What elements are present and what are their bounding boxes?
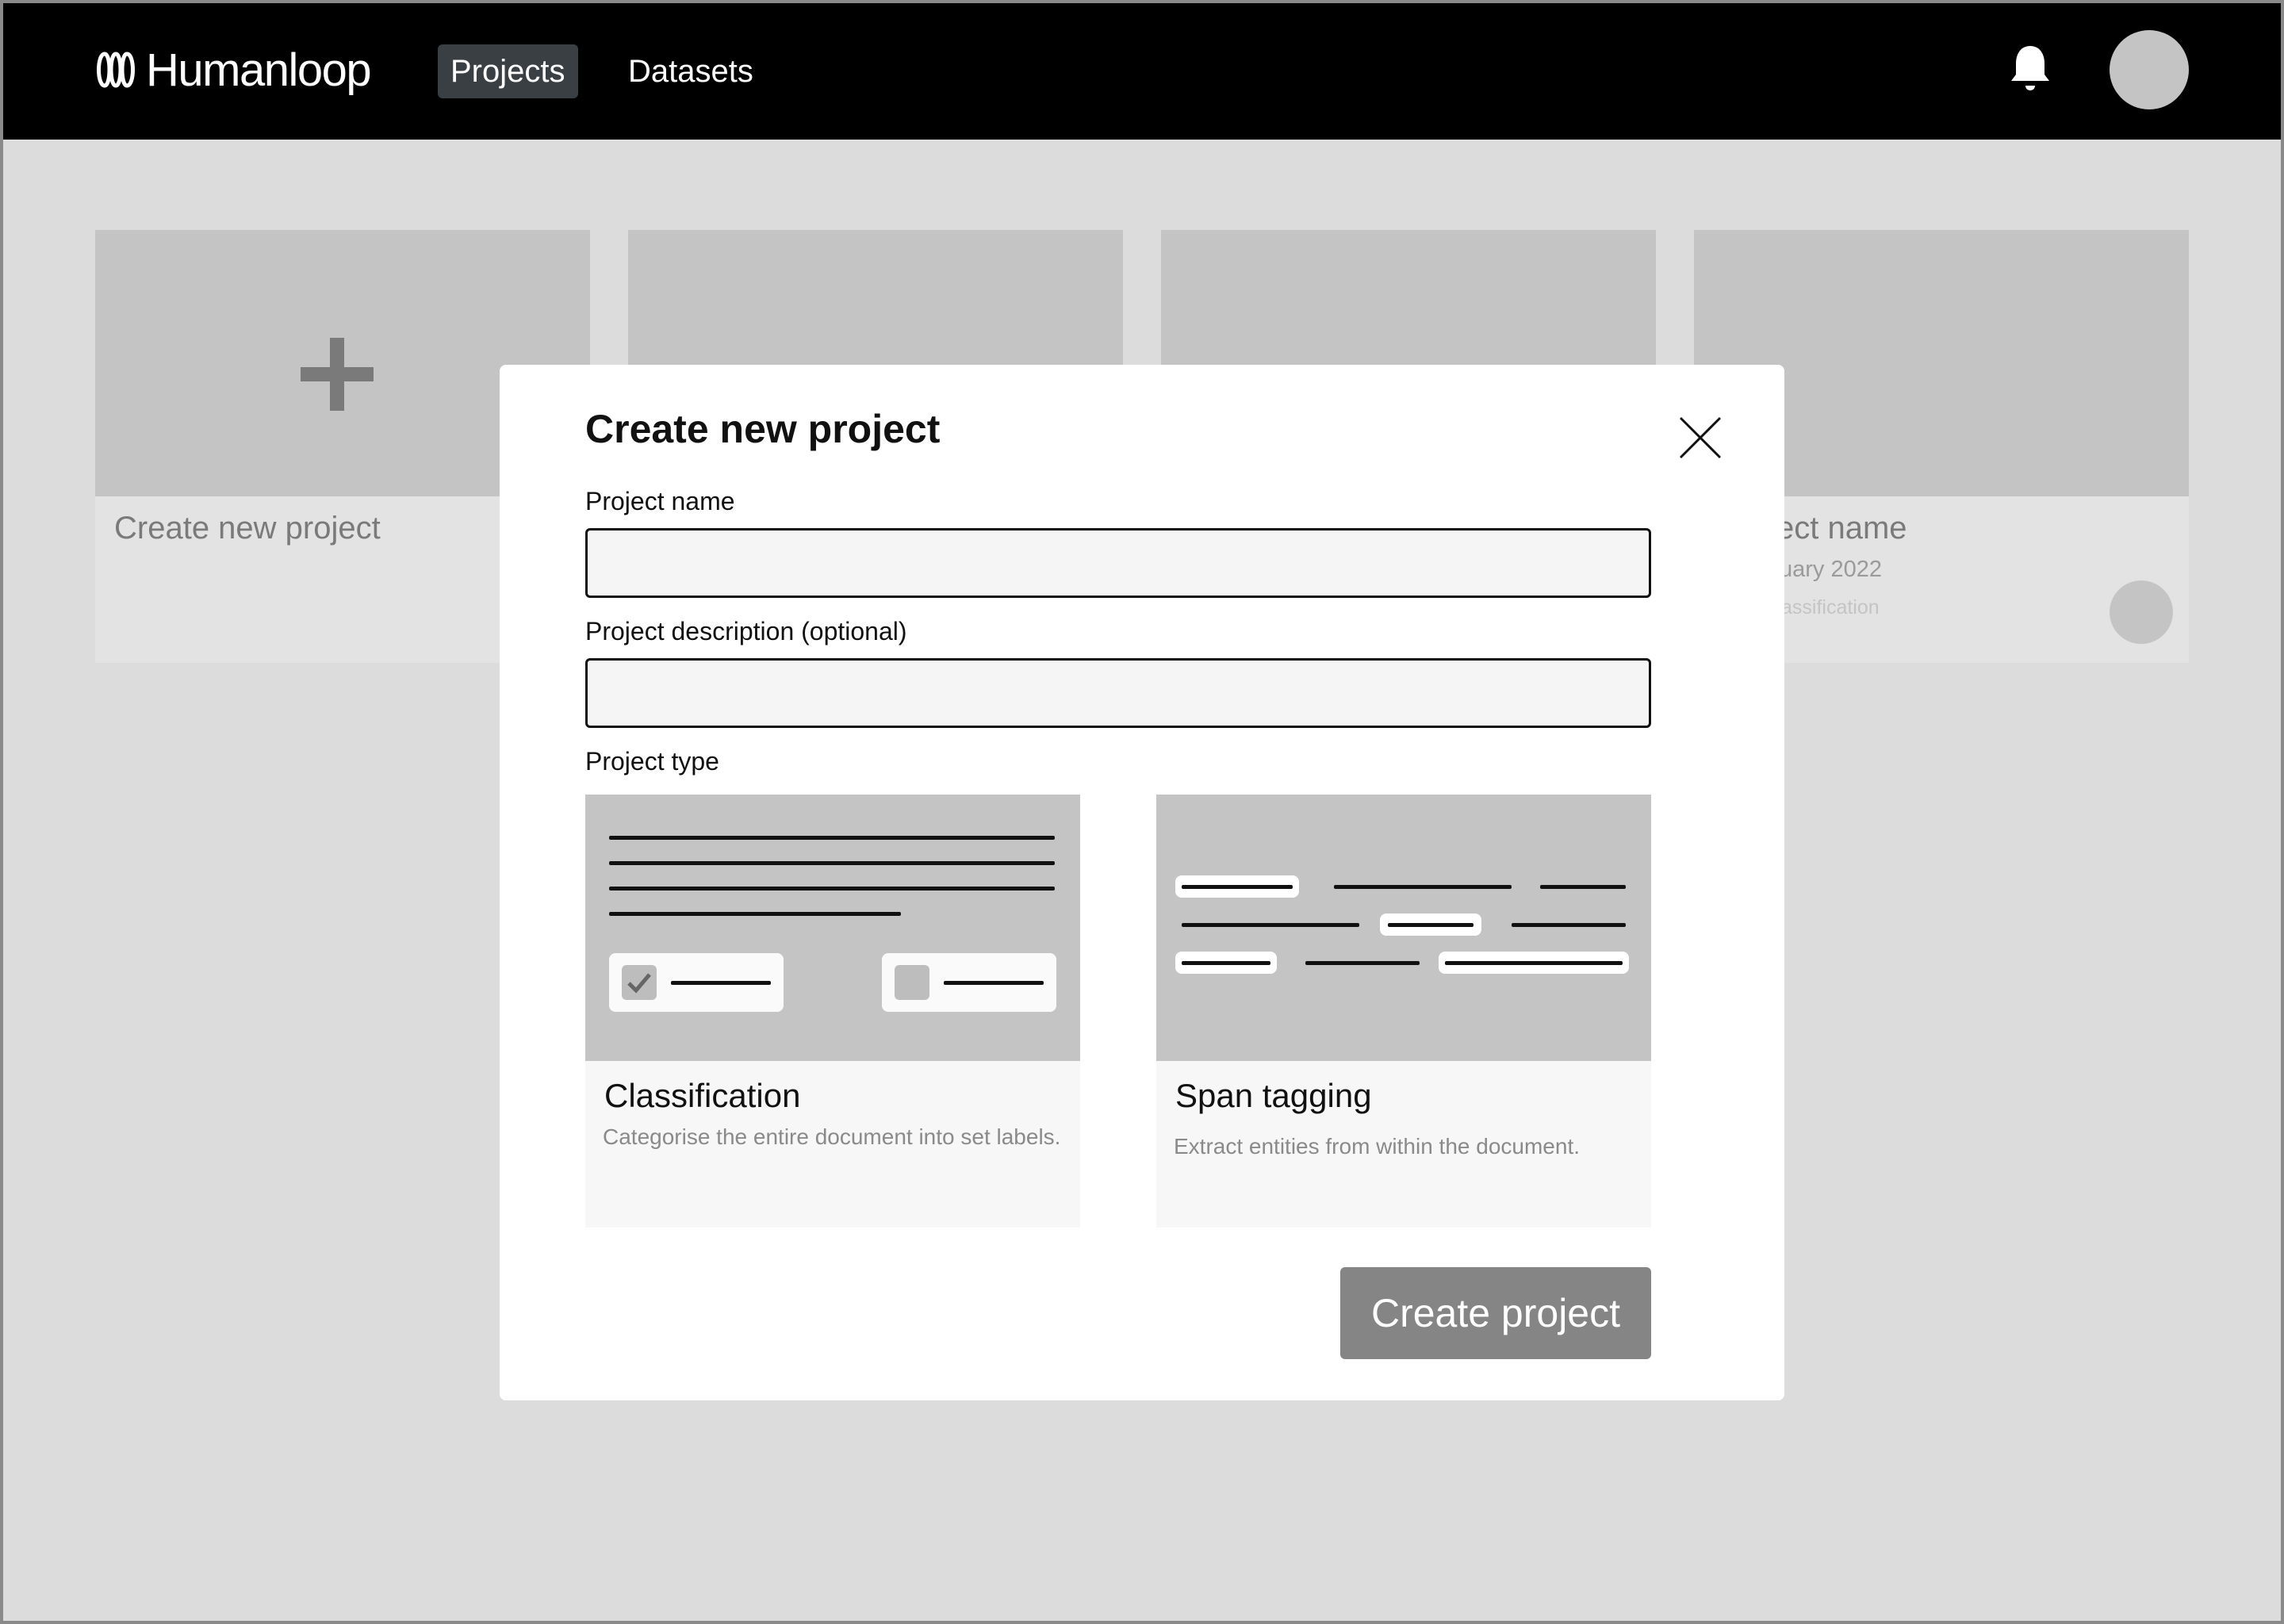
text-line [1388, 923, 1473, 927]
classification-option[interactable]: Classification Categorise the entire doc… [585, 795, 1080, 1228]
label-chip-checked [609, 953, 784, 1012]
classification-title: Classification [604, 1077, 801, 1114]
create-project-button[interactable]: Create project [1340, 1267, 1651, 1359]
label-chip-unchecked [882, 953, 1056, 1012]
text-line [1182, 923, 1359, 927]
nav-projects[interactable]: Projects [438, 44, 578, 98]
card-title: Create new project [114, 511, 381, 546]
text-line [1182, 885, 1293, 889]
chip-line [944, 981, 1044, 985]
text-line [1305, 961, 1420, 965]
text-line [1512, 923, 1626, 927]
project-name-label: Project name [585, 487, 735, 515]
text-line [1540, 885, 1626, 889]
logo-text: Humanloop [146, 44, 372, 96]
project-description-label: Project description (optional) [585, 617, 907, 645]
nav-datasets[interactable]: Datasets [615, 44, 766, 98]
close-icon[interactable] [1678, 416, 1723, 460]
span-tagging-illustration [1156, 795, 1651, 1061]
text-line [609, 861, 1055, 865]
logo[interactable]: Humanloop [94, 41, 372, 98]
card-date: uary 2022 [1780, 557, 1882, 582]
checkbox-unchecked-icon [895, 965, 929, 1000]
avatar[interactable] [2110, 30, 2189, 109]
classification-description: Categorise the entire document into set … [603, 1124, 1061, 1149]
project-name-input[interactable] [585, 528, 1651, 598]
span-tagging-option[interactable]: Span tagging Extract entities from withi… [1156, 795, 1651, 1228]
card-avatar [2110, 580, 2173, 644]
text-line [609, 887, 1055, 891]
modal-title: Create new project [585, 407, 941, 451]
text-line [609, 836, 1055, 840]
span-tagging-description: Extract entities from within the documen… [1174, 1134, 1580, 1159]
top-nav-bar: Humanloop Projects Datasets [0, 0, 2284, 140]
text-line [1445, 961, 1623, 965]
humanloop-logo-icon [97, 52, 135, 88]
create-project-modal: Create new project Project name Project … [500, 365, 1784, 1400]
checkbox-checked-icon [622, 965, 657, 1000]
plus-icon-bar [301, 367, 374, 381]
text-line [609, 912, 901, 916]
text-line [1182, 961, 1270, 965]
project-type-label: Project type [585, 747, 719, 776]
text-line [1334, 885, 1512, 889]
bell-icon[interactable] [2008, 43, 2052, 94]
project-description-input[interactable] [585, 658, 1651, 728]
chip-line [671, 981, 771, 985]
card-type: assification [1781, 596, 1880, 619]
card-title: ect name [1776, 511, 1907, 546]
span-tagging-title: Span tagging [1175, 1077, 1372, 1114]
classification-illustration [585, 795, 1080, 1061]
